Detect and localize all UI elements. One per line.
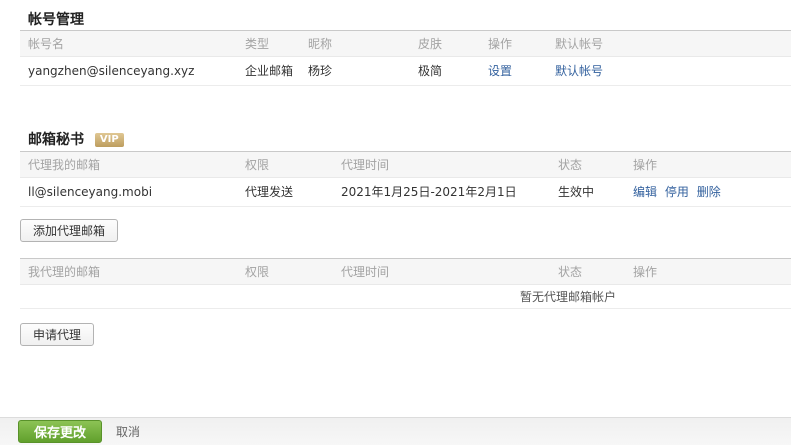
mail-secretary-title: 邮箱秘书 VIP <box>28 132 791 148</box>
mail-secretary-title-text: 邮箱秘书 <box>28 132 84 148</box>
account-nickname: 杨珍 <box>308 64 333 78</box>
edit-link[interactable]: 编辑 <box>633 185 657 199</box>
delegate-email: ll@silenceyang.mobi <box>28 185 153 199</box>
apply-delegate-button[interactable]: 申请代理 <box>20 323 95 346</box>
delegated-by-me-table: 我代理的邮箱 权限 代理时间 状态 操作 暂无代理邮箱帐户 <box>20 258 791 309</box>
col-operation: 操作 <box>633 265 658 279</box>
settings-content: 帐号管理 帐号名 类型 昵称 皮肤 操作 默认帐号 yangzhen@silen… <box>0 0 791 346</box>
delegate-period: 2021年1月25日-2021年2月1日 <box>341 185 517 199</box>
account-table-row: yangzhen@silenceyang.xyz 企业邮箱 杨珍 极简 设置 默… <box>20 57 791 86</box>
col-delegate-period: 代理时间 <box>341 158 390 172</box>
add-delegate-mailbox-button[interactable]: 添加代理邮箱 <box>20 219 119 242</box>
delegated-to-me-row: ll@silenceyang.mobi 代理发送 2021年1月25日-2021… <box>20 178 791 207</box>
delegate-status: 生效中 <box>558 185 595 199</box>
col-delegate-my-mailbox: 代理我的邮箱 <box>28 158 101 172</box>
col-mailboxes-i-delegate: 我代理的邮箱 <box>28 265 101 279</box>
footer-action-bar: 保存更改 取消 <box>0 417 791 445</box>
account-email: yangzhen@silenceyang.xyz <box>28 64 195 78</box>
delegate-actions: 编辑 停用 删除 <box>625 178 791 206</box>
settings-link[interactable]: 设置 <box>488 64 512 78</box>
empty-delegate-row: 暂无代理邮箱帐户 <box>20 285 791 309</box>
default-account-link[interactable]: 默认帐号 <box>555 64 603 78</box>
col-delegate-period: 代理时间 <box>341 265 390 279</box>
delegated-to-me-header: 代理我的邮箱 权限 代理时间 状态 操作 <box>20 152 791 178</box>
col-operation: 操作 <box>633 158 658 172</box>
account-type: 企业邮箱 <box>245 64 294 78</box>
col-nickname: 昵称 <box>308 37 333 51</box>
disable-link[interactable]: 停用 <box>665 185 689 199</box>
account-table: 帐号名 类型 昵称 皮肤 操作 默认帐号 yangzhen@silenceyan… <box>20 30 791 86</box>
save-changes-button[interactable]: 保存更改 <box>18 420 103 443</box>
col-status: 状态 <box>558 158 583 172</box>
col-type: 类型 <box>245 37 270 51</box>
delegated-to-me-table: 代理我的邮箱 权限 代理时间 状态 操作 ll@silenceyang.mobi… <box>20 151 791 207</box>
col-default-account: 默认帐号 <box>555 37 604 51</box>
delegate-permission: 代理发送 <box>245 185 294 199</box>
col-status: 状态 <box>558 265 583 279</box>
col-actions: 操作 <box>488 37 513 51</box>
col-skin: 皮肤 <box>418 37 443 51</box>
account-table-header: 帐号名 类型 昵称 皮肤 操作 默认帐号 <box>20 31 791 57</box>
col-permission: 权限 <box>245 265 270 279</box>
account-skin: 极简 <box>418 64 443 78</box>
cancel-link[interactable]: 取消 <box>116 423 140 440</box>
col-account-name: 帐号名 <box>28 37 65 51</box>
empty-delegate-text: 暂无代理邮箱帐户 <box>520 290 617 304</box>
col-permission: 权限 <box>245 158 270 172</box>
delete-link[interactable]: 删除 <box>697 185 721 199</box>
vip-badge: VIP <box>94 133 124 147</box>
account-management-title: 帐号管理 <box>28 12 84 28</box>
delegated-by-me-header: 我代理的邮箱 权限 代理时间 状态 操作 <box>20 259 791 285</box>
